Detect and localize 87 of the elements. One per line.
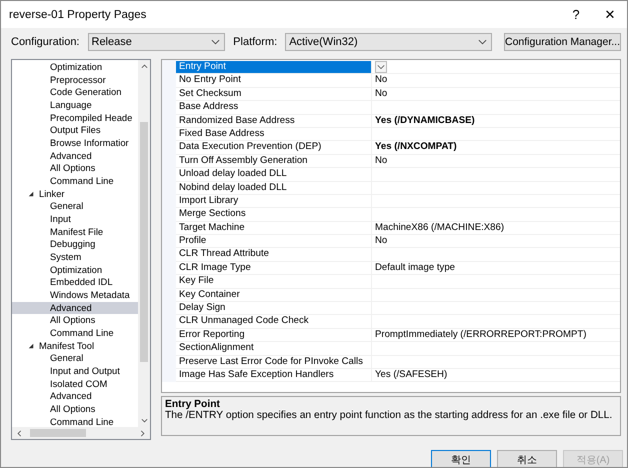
property-name[interactable]: Delay Sign xyxy=(176,302,372,314)
property-name[interactable]: Preserve Last Error Code for PInvoke Calls xyxy=(176,356,372,368)
horizontal-scrollbar[interactable] xyxy=(12,427,150,439)
dialog-button[interactable]: 취소 xyxy=(497,450,557,467)
property-name[interactable]: Key File xyxy=(176,275,372,288)
property-name[interactable]: Error Reporting xyxy=(176,328,372,342)
property-name[interactable]: Randomized Base Address xyxy=(176,114,372,127)
tree-item[interactable]: Windows Metadata xyxy=(12,289,138,302)
property-name[interactable]: CLR Unmanaged Code Check xyxy=(176,315,372,328)
tree-item[interactable]: General xyxy=(12,352,138,366)
property-value: PromptImmediately (/ERRORREPORT:PROMPT) xyxy=(375,328,586,342)
property-name[interactable]: Nobind delay loaded DLL xyxy=(176,182,372,194)
property-value: MachineX86 (/MACHINE:X86) xyxy=(375,222,504,234)
description-title: Entry Point xyxy=(165,399,221,410)
property-name[interactable]: Key Container xyxy=(176,288,372,302)
property-name[interactable]: Unload delay loaded DLL xyxy=(176,168,372,181)
tree-node[interactable]: Manifest Tool xyxy=(12,340,138,352)
configuration-label: Configuration: xyxy=(11,36,80,48)
property-value: Yes (/SAFESEH) xyxy=(375,368,448,382)
tree-item[interactable]: Advanced xyxy=(12,390,138,404)
tree-item[interactable]: Input and Output xyxy=(12,365,138,378)
tree-item[interactable]: Command Line xyxy=(12,175,138,188)
chevron-down-icon xyxy=(478,39,487,45)
description-text: The /ENTRY option specifies an entry point function as the starting address for an .exe file or DLL. xyxy=(165,410,614,421)
tree-item[interactable]: Embedded IDL xyxy=(12,276,138,290)
expanded-triangle-icon[interactable] xyxy=(28,343,34,350)
tree-item[interactable]: Isolated COM xyxy=(12,378,138,390)
property-name[interactable]: Merge Sections xyxy=(176,208,372,221)
property-name[interactable]: Base Address xyxy=(176,101,372,114)
property-value: Yes (/NXCOMPAT) xyxy=(375,141,457,154)
tree-item[interactable]: Output Files xyxy=(12,124,138,138)
tree-item[interactable]: Language xyxy=(12,99,138,112)
property-name[interactable]: Import Library xyxy=(176,194,372,208)
window-title: reverse-01 Property Pages xyxy=(9,8,146,20)
tree-item[interactable]: Browse Informatior xyxy=(12,137,138,150)
vertical-scrollbar[interactable] xyxy=(138,60,150,427)
tree-item[interactable]: Optimization xyxy=(12,61,138,74)
tree-item[interactable]: All Options xyxy=(12,403,138,416)
property-value: No xyxy=(375,74,388,87)
dropdown-button[interactable] xyxy=(375,61,387,74)
tree-item[interactable]: Advanced xyxy=(12,302,138,314)
platform-label: Platform: xyxy=(233,36,278,48)
scroll-left-icon[interactable] xyxy=(16,430,22,436)
property-value: No xyxy=(375,88,388,100)
tree-item[interactable]: Preprocessor xyxy=(12,74,138,86)
tree-item[interactable]: Command Line xyxy=(12,416,138,427)
scroll-right-icon[interactable] xyxy=(140,430,146,436)
property-name[interactable]: No Entry Point xyxy=(176,74,372,87)
tree-item[interactable]: Input xyxy=(12,213,138,226)
chevron-down-icon xyxy=(211,39,220,45)
tree-item[interactable]: Code Generation xyxy=(12,86,138,100)
tree-item[interactable]: Manifest File xyxy=(12,226,138,238)
property-name[interactable]: Turn Off Assembly Generation xyxy=(176,154,372,168)
property-name[interactable]: Image Has Safe Exception Handlers xyxy=(176,368,372,382)
chevron-down-icon xyxy=(377,64,385,70)
property-value: Yes (/DYNAMICBASE) xyxy=(375,114,475,127)
property-value: Default image type xyxy=(375,262,455,274)
configuration-manager-button[interactable]: Configuration Manager... xyxy=(504,33,621,51)
tree-item[interactable]: Advanced xyxy=(12,150,138,162)
expanded-triangle-icon[interactable] xyxy=(28,191,34,198)
tree-item[interactable]: Debugging xyxy=(12,238,138,252)
scroll-down-icon[interactable] xyxy=(140,418,148,424)
tree-item[interactable]: All Options xyxy=(12,162,138,176)
tree-item[interactable]: Precompiled Heade xyxy=(12,112,138,124)
platform-dropdown[interactable]: Active(Win32) xyxy=(285,33,492,51)
property-name[interactable]: CLR Image Type xyxy=(176,262,372,274)
property-value: No xyxy=(375,154,388,168)
configuration-dropdown[interactable]: Release xyxy=(88,33,226,51)
close-button[interactable]: ✕ xyxy=(593,2,627,28)
tree-item[interactable]: Command Line xyxy=(12,327,138,340)
dialog-button[interactable]: 확인 xyxy=(431,450,491,467)
tree-item[interactable]: Optimization xyxy=(12,264,138,276)
property-name[interactable]: Entry Point xyxy=(176,61,372,74)
tree-item[interactable]: General xyxy=(12,200,138,214)
property-value: No xyxy=(375,235,388,248)
property-name[interactable]: Fixed Base Address xyxy=(176,128,372,140)
tree-item[interactable]: All Options xyxy=(12,314,138,328)
property-name[interactable]: Profile xyxy=(176,235,372,248)
property-name[interactable]: SectionAlignment xyxy=(176,342,372,355)
property-name[interactable]: Target Machine xyxy=(176,222,372,234)
property-name[interactable]: CLR Thread Attribute xyxy=(176,248,372,261)
scroll-up-icon[interactable] xyxy=(140,63,148,69)
help-button[interactable]: ? xyxy=(559,2,593,28)
property-name[interactable]: Set Checksum xyxy=(176,88,372,100)
tree-node[interactable]: Linker xyxy=(12,188,138,200)
property-name[interactable]: Data Execution Prevention (DEP) xyxy=(176,141,372,154)
tree-item[interactable]: System xyxy=(12,251,138,264)
